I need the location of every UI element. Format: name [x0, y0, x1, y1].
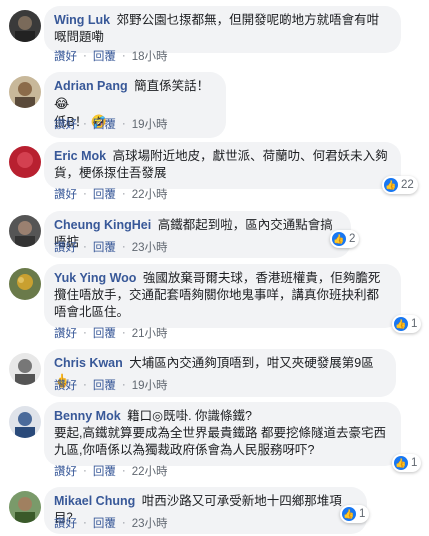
comment-actions: 讚好 · 回覆 · 22小時 — [54, 186, 167, 202]
avatar[interactable] — [9, 268, 41, 300]
reply-link[interactable]: 回覆 — [93, 116, 116, 132]
comment-text: 大埔區內交通夠頂唔到，咁又夾硬發展第9區 — [129, 356, 374, 370]
avatar[interactable] — [9, 76, 41, 108]
like-link[interactable]: 讚好 — [54, 116, 77, 132]
comment-author[interactable]: Benny Mok — [54, 409, 121, 423]
comment-author[interactable]: Chris Kwan — [54, 356, 123, 370]
thumbs-up-icon: 👍 — [394, 317, 408, 331]
separator: · — [83, 188, 87, 200]
comment-actions: 讚好 · 回覆 · 18小時 — [54, 48, 167, 64]
reaction-number: 22 — [401, 179, 414, 191]
thumbs-up-icon: 👍 — [342, 507, 356, 521]
laughing-emoji-icon: 😂 — [54, 96, 70, 111]
like-link[interactable]: 讚好 — [54, 325, 77, 341]
comment-time[interactable]: 22小時 — [132, 186, 168, 202]
avatar[interactable] — [9, 215, 41, 247]
comment-text-line2: 要起,高鐵就算要成為全世界最貴鐵路 都要挖條隧道去豪宅西九區,你唔係以為獨裁政府… — [54, 426, 386, 457]
comment-time[interactable]: 23小時 — [132, 239, 168, 255]
thumbs-up-icon: 👍 — [332, 232, 346, 246]
comment-author[interactable]: Adrian Pang — [54, 79, 128, 93]
comment-actions: 讚好 · 回覆 · 23小時 — [54, 515, 167, 531]
comment-text: 籍口◎既啩. 你識條鐵? — [127, 409, 252, 423]
reaction-count[interactable]: 👍 1 — [392, 315, 422, 333]
avatar[interactable] — [9, 353, 41, 385]
comment-bubble: Wing Luk 郊野公園乜揼都無，但開發呢啲地方就唔會有咁嘅問題嘞 — [44, 6, 401, 53]
separator: · — [121, 327, 126, 339]
comment-author[interactable]: Mikael Chung — [54, 494, 135, 508]
comment-time[interactable]: 18小時 — [132, 48, 168, 64]
comment-time[interactable]: 23小時 — [132, 515, 168, 531]
like-link[interactable]: 讚好 — [54, 377, 77, 393]
avatar[interactable] — [9, 10, 41, 42]
comment-actions: 讚好 · 回覆 · 19小時 — [54, 377, 167, 393]
reply-link[interactable]: 回覆 — [93, 377, 116, 393]
separator: · — [83, 327, 87, 339]
like-link[interactable]: 讚好 — [54, 186, 77, 202]
separator: · — [121, 517, 126, 529]
like-link[interactable]: 讚好 — [54, 48, 77, 64]
reaction-number: 1 — [411, 457, 418, 469]
reply-link[interactable]: 回覆 — [93, 515, 116, 531]
reply-link[interactable]: 回覆 — [93, 239, 116, 255]
avatar[interactable] — [9, 146, 41, 178]
separator: · — [83, 118, 87, 130]
comment-bubble: Eric Mok 高球場附近地皮，獻世派、荷蘭叻、何君妖未入夠貨，梗係揼住吾發展 — [44, 142, 401, 189]
thumbs-up-icon: 👍 — [394, 456, 408, 470]
comment-actions: 讚好 · 回覆 · 21小時 — [54, 325, 167, 341]
like-link[interactable]: 讚好 — [54, 515, 77, 531]
reply-link[interactable]: 回覆 — [93, 48, 116, 64]
reaction-number: 1 — [359, 508, 366, 520]
reaction-number: 2 — [349, 233, 356, 245]
comment-actions: 讚好 · 回覆 · 22小時 — [54, 463, 167, 479]
separator: · — [83, 517, 87, 529]
comment-bubble: Yuk Ying Woo 強國放棄哥爾夫球，香港班權貴，佢夠膽死攬住唔放手，交通… — [44, 264, 401, 328]
reply-link[interactable]: 回覆 — [93, 325, 116, 341]
comment-time[interactable]: 22小時 — [132, 463, 168, 479]
comment-time[interactable]: 19小時 — [132, 116, 168, 132]
reply-link[interactable]: 回覆 — [93, 463, 116, 479]
thumbs-up-icon: 👍 — [384, 178, 398, 192]
separator: · — [121, 465, 126, 477]
reaction-count[interactable]: 👍 1 — [392, 454, 422, 472]
comment-actions: 讚好 · 回覆 · 19小時 — [54, 116, 167, 132]
separator: · — [83, 241, 87, 253]
reaction-count[interactable]: 👍 2 — [330, 230, 360, 248]
reaction-number: 1 — [411, 318, 418, 330]
separator: · — [121, 118, 126, 130]
comment-author[interactable]: Wing Luk — [54, 13, 110, 27]
comment-time[interactable]: 19小時 — [132, 377, 168, 393]
like-link[interactable]: 讚好 — [54, 463, 77, 479]
separator: · — [83, 379, 87, 391]
comment-actions: 讚好 · 回覆 · 23小時 — [54, 239, 167, 255]
avatar[interactable] — [9, 406, 41, 438]
comment-time[interactable]: 21小時 — [132, 325, 168, 341]
separator: · — [121, 188, 126, 200]
avatar[interactable] — [9, 491, 41, 523]
reaction-count[interactable]: 👍 1 — [340, 505, 370, 523]
comment-author[interactable]: Yuk Ying Woo — [54, 271, 136, 285]
separator: · — [121, 50, 126, 62]
comment-author[interactable]: Eric Mok — [54, 149, 106, 163]
comment-text: 簡直係笑話！ — [134, 79, 210, 93]
reply-link[interactable]: 回覆 — [93, 186, 116, 202]
separator: · — [83, 50, 87, 62]
separator: · — [83, 465, 87, 477]
separator: · — [121, 379, 126, 391]
comment-bubble: Benny Mok 籍口◎既啩. 你識條鐵? 要起,高鐵就算要成為全世界最貴鐵路… — [44, 402, 401, 466]
reaction-count[interactable]: 👍 22 — [382, 176, 418, 194]
comment-author[interactable]: Cheung KingHei — [54, 218, 151, 232]
comment-list: Wing Luk 郊野公園乜揼都無，但開發呢啲地方就唔會有咁嘅問題嘞 讚好 · … — [0, 0, 429, 536]
like-link[interactable]: 讚好 — [54, 239, 77, 255]
separator: · — [121, 241, 126, 253]
